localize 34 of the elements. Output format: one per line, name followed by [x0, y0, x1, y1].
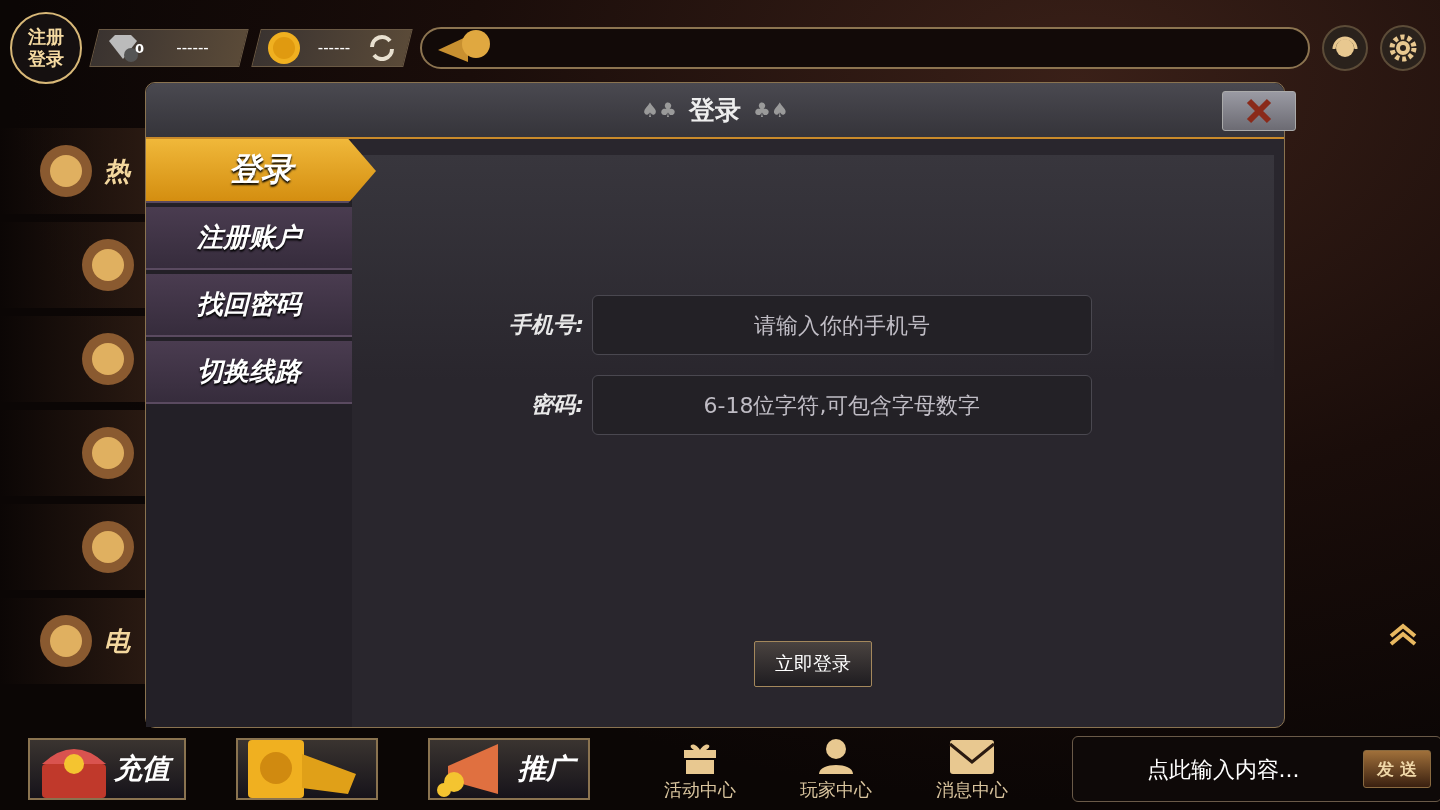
nav-button[interactable]: 活动中心 — [650, 736, 750, 802]
promotion-button[interactable]: 推广 — [428, 738, 590, 800]
tab[interactable]: 注册账户 — [146, 207, 352, 270]
chevron-up-icon[interactable] — [1388, 622, 1418, 646]
dialog-title: 登录 — [689, 93, 741, 127]
settings-button[interactable] — [1380, 25, 1426, 71]
user-icon — [816, 736, 856, 776]
chat-input[interactable]: 点此输入内容... 发 送 — [1072, 736, 1440, 802]
field-label: 密码: — [530, 391, 584, 419]
send-button[interactable]: 发 送 — [1363, 750, 1431, 788]
card-stack-button[interactable] — [236, 738, 378, 800]
refresh-icon[interactable] — [367, 33, 397, 63]
coin-balance: ------ — [316, 39, 352, 57]
support-button[interactable] — [1322, 25, 1368, 71]
nav-button[interactable]: 消息中心 — [922, 736, 1022, 802]
recharge-button[interactable]: 充值 — [28, 738, 186, 800]
coin-icon — [267, 31, 301, 65]
diamond-count: 0 — [135, 40, 145, 56]
login-button[interactable]: 立即登录 — [754, 641, 872, 687]
category-label[interactable]: 电 — [104, 623, 130, 659]
register-login-badge[interactable]: 注册登录 — [10, 12, 82, 84]
input-field[interactable]: 请输入你的手机号 — [592, 295, 1092, 355]
tab[interactable]: 切换线路 — [146, 341, 352, 404]
card-suit-ornament: ♣♠ — [753, 98, 789, 122]
nav-button[interactable]: 玩家中心 — [786, 736, 886, 802]
category-label[interactable]: 热 — [104, 153, 130, 189]
input-field[interactable]: 6-18位字符,可包含字母数字 — [592, 375, 1092, 435]
settings-icon — [1388, 33, 1418, 63]
tab[interactable]: 找回密码 — [146, 274, 352, 337]
close-icon — [1245, 97, 1273, 125]
diamond-balance: ------ — [175, 39, 210, 57]
close-button[interactable] — [1222, 91, 1296, 131]
field-label: 手机号: — [508, 311, 584, 339]
card-suit-ornament: ♠♣ — [641, 98, 677, 122]
